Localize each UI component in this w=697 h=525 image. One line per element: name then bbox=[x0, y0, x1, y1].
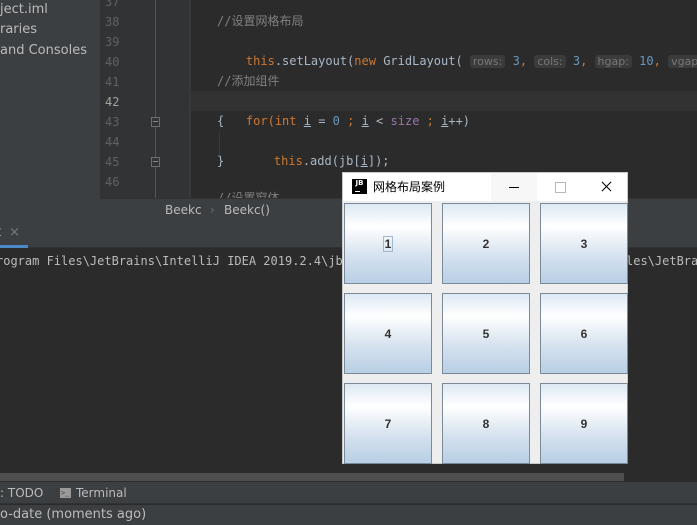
cols-value: 3 bbox=[572, 54, 581, 68]
jetbrains-app-icon: JB bbox=[352, 179, 367, 194]
breadcrumb-class[interactable]: Beekc bbox=[165, 199, 202, 222]
grid-button-label: 3 bbox=[580, 236, 588, 251]
keyword-this: this bbox=[245, 54, 275, 68]
grid-button-3[interactable]: 3 bbox=[540, 203, 628, 284]
semicolon: ; bbox=[419, 114, 442, 128]
line-number: 39 bbox=[105, 35, 120, 49]
minimize-button[interactable] bbox=[491, 173, 537, 201]
grid-button-label: 8 bbox=[482, 416, 490, 431]
grid-button-7[interactable]: 7 bbox=[344, 383, 432, 464]
grid-button-9[interactable]: 9 bbox=[540, 383, 628, 464]
button-grid: 1 2 3 4 5 6 7 8 9 bbox=[343, 202, 628, 464]
grid-button-label: 9 bbox=[580, 416, 588, 431]
keyword-int: int bbox=[274, 114, 297, 128]
operator: = bbox=[310, 114, 333, 128]
code-brace-close: } bbox=[217, 154, 225, 168]
line-number: 41 bbox=[105, 75, 120, 89]
class-name: GridLayout( bbox=[375, 54, 463, 68]
line-number: 45 bbox=[105, 155, 120, 169]
grid-button-label: 6 bbox=[580, 326, 588, 341]
line-number: 46 bbox=[105, 175, 120, 189]
grid-button-label: 4 bbox=[384, 326, 392, 341]
grid-button-label: 2 bbox=[482, 236, 490, 251]
maximize-button[interactable] bbox=[537, 173, 583, 201]
project-tree-item[interactable]: ject.iml bbox=[0, 0, 48, 20]
hgap-value: 10 bbox=[639, 54, 654, 68]
line-number: 40 bbox=[105, 55, 120, 69]
line-number: 44 bbox=[105, 135, 120, 149]
method-call: .setLayout( bbox=[274, 54, 355, 68]
terminal-icon bbox=[60, 482, 71, 504]
code-comment: //设置窗体 bbox=[217, 191, 280, 198]
terminal-tool-button[interactable]: Terminal bbox=[76, 482, 127, 504]
project-tree-item-label: raries bbox=[0, 22, 38, 37]
horizontal-scrollbar[interactable] bbox=[0, 473, 624, 481]
breadcrumb-separator-icon: › bbox=[210, 203, 215, 217]
code-line-set-layout: this.setLayout(new GridLayout( rows: 3, … bbox=[217, 31, 697, 68]
param-hint-cols: cols: bbox=[534, 55, 566, 68]
code-comment: //添加组件 bbox=[217, 74, 280, 88]
line-number: 38 bbox=[105, 15, 120, 29]
project-tree-item-label: and Consoles bbox=[0, 43, 87, 58]
window-title-bar[interactable]: JB 网格布局案例 bbox=[343, 173, 627, 201]
method-call: .add(jb[ bbox=[302, 154, 361, 168]
code-line-add: this.add(jb[i]); bbox=[245, 131, 390, 168]
grid-button-label: 7 bbox=[384, 416, 392, 431]
grid-button-1[interactable]: 1 bbox=[344, 203, 432, 284]
code-editor[interactable]: //设置网格布局 this.setLayout(new GridLayout( … bbox=[190, 0, 697, 198]
close-tab-icon[interactable]: × bbox=[9, 225, 20, 240]
line-number-current: 42 bbox=[105, 95, 120, 109]
grid-button-5[interactable]: 5 bbox=[442, 293, 530, 374]
grid-button-label: 5 bbox=[482, 326, 490, 341]
project-tree-item[interactable]: raries bbox=[0, 20, 37, 40]
param-hint-rows: rows: bbox=[469, 55, 506, 68]
grid-button-6[interactable]: 6 bbox=[540, 293, 628, 374]
number-literal: 0 bbox=[332, 114, 340, 128]
semicolon: ; bbox=[339, 114, 362, 128]
loop-var: i bbox=[360, 154, 368, 168]
breadcrumb-method[interactable]: Beekc() bbox=[224, 199, 270, 222]
loop-var: i bbox=[303, 114, 311, 128]
status-bar: o-date (moments ago) bbox=[0, 505, 697, 525]
code-comment: //设置网格布局 bbox=[217, 14, 304, 28]
line-number: 37 bbox=[105, 0, 120, 9]
project-sidebar: ject.iml raries and Consoles bbox=[0, 0, 100, 221]
window-title: 网格布局案例 bbox=[373, 180, 446, 194]
paren: ( bbox=[267, 114, 275, 128]
call-end: ]); bbox=[367, 154, 390, 168]
console-output-line: rogram Files\JetBrains\IntelliJ IDEA 201… bbox=[0, 254, 351, 268]
operator: < bbox=[368, 114, 391, 128]
console-output-line-right: les\JetBrai bbox=[626, 254, 697, 268]
grid-button-2[interactable]: 2 bbox=[442, 203, 530, 284]
close-window-button[interactable] bbox=[583, 173, 629, 201]
field-size: size bbox=[390, 114, 420, 128]
grid-button-8[interactable]: 8 bbox=[442, 383, 530, 464]
param-hint-hgap: hgap: bbox=[594, 55, 632, 68]
run-tab-label: t bbox=[0, 225, 1, 240]
editor-gutter: 37 38 39 40 41 42 43 44 45 46 bbox=[100, 0, 190, 198]
run-tab[interactable]: t × bbox=[0, 221, 28, 248]
keyword-new: new bbox=[354, 54, 376, 68]
param-hint-vgap: vgap: bbox=[668, 55, 697, 68]
fold-end-icon[interactable] bbox=[151, 157, 160, 167]
todo-tool-button[interactable]: : TODO bbox=[0, 482, 43, 504]
code-line-for-loop: for(int i = 0 ; i < size ; i++) bbox=[217, 91, 470, 128]
rows-value: 3 bbox=[512, 54, 520, 68]
tool-window-bar: : TODO Terminal bbox=[0, 482, 697, 504]
project-tree-item[interactable]: and Consoles bbox=[0, 41, 87, 61]
keyword-this: this bbox=[273, 154, 303, 168]
fold-collapse-icon[interactable] bbox=[151, 117, 160, 127]
grid-button-label: 1 bbox=[382, 235, 394, 252]
grid-button-4[interactable]: 4 bbox=[344, 293, 432, 374]
loop-var: i bbox=[361, 114, 369, 128]
status-text: o-date (moments ago) bbox=[0, 507, 147, 522]
keyword-for: for bbox=[245, 114, 268, 128]
increment: ++) bbox=[448, 114, 471, 128]
grid-layout-window: JB 网格布局案例 1 2 3 4 5 6 7 8 9 bbox=[342, 172, 628, 464]
indent-guide bbox=[190, 0, 191, 198]
line-number: 43 bbox=[105, 115, 120, 129]
gutter-separator bbox=[155, 0, 156, 198]
code-brace-open: { bbox=[217, 114, 225, 128]
project-tree-item-label: ject.iml bbox=[0, 2, 48, 17]
